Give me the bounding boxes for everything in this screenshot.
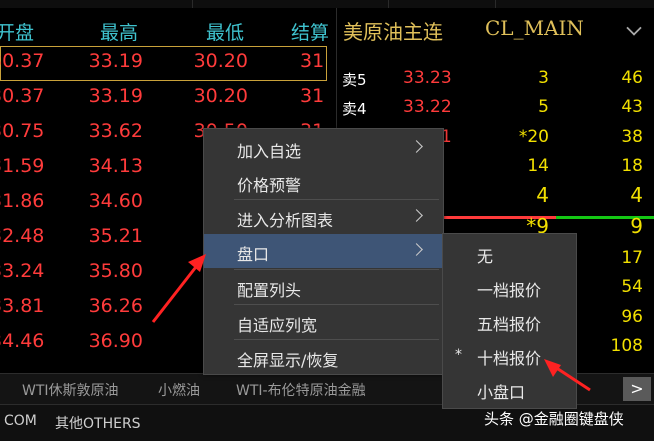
instrument-title: 美原油主连 bbox=[343, 20, 443, 44]
level-volume: 4 bbox=[536, 183, 549, 207]
checked-mark-icon: * bbox=[455, 347, 462, 363]
level-accumulated: 46 bbox=[621, 68, 643, 88]
tab-wti-brent[interactable]: WTI-布伦特原油金融 bbox=[236, 380, 366, 400]
cell-high: 36.26 bbox=[88, 295, 143, 317]
tab-wti-houston[interactable]: WTI休斯敦原油 bbox=[22, 380, 119, 400]
cell-low: 30.20 bbox=[193, 50, 248, 72]
level-accumulated: 54 bbox=[621, 277, 643, 297]
menu-item-configure-columns[interactable]: 配置列头 bbox=[204, 270, 443, 304]
cell-high: 36.90 bbox=[88, 330, 143, 352]
submenu-item-level-1[interactable]: 一档报价 bbox=[443, 270, 576, 304]
submenu-item-none[interactable]: 无 bbox=[443, 236, 576, 270]
menu-item-label: 加入自选 bbox=[237, 142, 302, 161]
submenu-item-level-10[interactable]: * 十档报价 bbox=[443, 338, 576, 372]
menu-item-label: 自适应列宽 bbox=[237, 316, 318, 335]
level-accumulated: 38 bbox=[621, 127, 643, 147]
cell-high: 33.19 bbox=[88, 85, 143, 107]
menu-item-auto-fit-columns[interactable]: 自适应列宽 bbox=[204, 305, 443, 339]
menu-item-order-book[interactable]: 盘口 bbox=[204, 234, 443, 268]
instrument-code: CL_MAIN bbox=[485, 16, 584, 40]
cell-high: 35.21 bbox=[88, 225, 143, 247]
toolbar-divider bbox=[192, 0, 193, 8]
level-accumulated: 43 bbox=[621, 97, 643, 117]
menu-item-label: 价格预警 bbox=[237, 176, 302, 195]
top-toolbar bbox=[0, 0, 654, 8]
cell-high: 34.60 bbox=[88, 190, 143, 212]
cell-open: 32.48 bbox=[0, 225, 45, 247]
tabs-scroll-right-button[interactable]: > bbox=[623, 377, 651, 401]
submenu-item-level-5[interactable]: 五档报价 bbox=[443, 304, 576, 338]
order-book-row: 卖5 33.23 3 46 bbox=[337, 63, 654, 93]
submenu-item-label: 一档报价 bbox=[477, 281, 542, 300]
level-volume: *20 bbox=[518, 127, 549, 147]
table-row[interactable]: 30.37 33.19 30.20 31 bbox=[0, 81, 335, 116]
column-header-open[interactable]: 开盘 bbox=[0, 18, 34, 45]
submenu-item-label: 十档报价 bbox=[477, 349, 542, 368]
chevron-right-icon bbox=[410, 243, 423, 256]
column-header-high[interactable]: 最高 bbox=[100, 18, 138, 45]
order-book-submenu: 无 一档报价 五档报价 * 十档报价 小盘口 bbox=[442, 233, 577, 409]
chevron-down-icon[interactable] bbox=[626, 20, 642, 36]
submenu-item-mini-book[interactable]: 小盘口 bbox=[443, 372, 576, 406]
table-row[interactable]: 30.37 33.19 30.20 31 bbox=[0, 46, 327, 81]
cell-open: 34.46 bbox=[0, 330, 45, 352]
context-menu: 加入自选 价格预警 进入分析图表 盘口 配置列头 自适应列宽 全屏显示/恢复 bbox=[203, 128, 444, 375]
submenu-item-label: 五档报价 bbox=[477, 315, 542, 334]
level-price: 33.23 bbox=[403, 68, 452, 88]
menu-item-price-alert[interactable]: 价格预警 bbox=[204, 165, 443, 199]
cell-open: 33.24 bbox=[0, 260, 45, 282]
level-volume: 14 bbox=[527, 156, 549, 176]
level-accumulated: 17 bbox=[621, 248, 643, 268]
submenu-item-label: 无 bbox=[477, 247, 494, 266]
tab-small-fuel[interactable]: 小燃油 bbox=[158, 380, 200, 400]
menu-item-fullscreen[interactable]: 全屏显示/恢复 bbox=[204, 340, 443, 374]
watermark: 头条 @金融圈键盘侠 bbox=[484, 410, 624, 428]
toolbar-divider bbox=[495, 0, 496, 8]
level-volume: 5 bbox=[538, 97, 549, 117]
cell-high: 33.62 bbox=[88, 120, 143, 142]
column-header-settle[interactable]: 结算 bbox=[291, 18, 329, 45]
toolbar-divider bbox=[388, 0, 389, 8]
level-accumulated: 108 bbox=[610, 336, 643, 356]
chevron-right-icon bbox=[410, 140, 423, 153]
cell-open: 31.59 bbox=[0, 155, 45, 177]
cell-open: 31.86 bbox=[0, 190, 45, 212]
menu-item-add-favorite[interactable]: 加入自选 bbox=[204, 131, 443, 165]
menu-item-label: 全屏显示/恢复 bbox=[237, 351, 339, 370]
level-price: 33.22 bbox=[403, 97, 452, 117]
level-accumulated: 4 bbox=[630, 183, 643, 207]
level-accumulated: 96 bbox=[621, 307, 643, 327]
menu-item-label: 盘口 bbox=[237, 245, 270, 264]
cell-open: 30.37 bbox=[0, 85, 45, 107]
status-exchange[interactable]: COM bbox=[4, 413, 37, 429]
menu-item-label: 进入分析图表 bbox=[237, 211, 334, 230]
cell-low: 30.20 bbox=[193, 85, 248, 107]
cell-open: 30.75 bbox=[0, 120, 45, 142]
cell-open: 30.37 bbox=[0, 50, 45, 72]
column-header-low[interactable]: 最低 bbox=[206, 18, 244, 45]
level-accumulated: 9 bbox=[630, 214, 643, 238]
cell-high: 34.13 bbox=[88, 155, 143, 177]
cell-open: 33.81 bbox=[0, 295, 45, 317]
menu-item-label: 配置列头 bbox=[237, 281, 302, 300]
status-others[interactable]: 其他OTHERS bbox=[55, 413, 141, 433]
chevron-right-icon bbox=[410, 209, 423, 222]
level-volume: 3 bbox=[538, 68, 549, 88]
cell-high: 35.80 bbox=[88, 260, 143, 282]
menu-item-analysis-chart[interactable]: 进入分析图表 bbox=[204, 200, 443, 234]
order-book-row: 卖4 33.22 5 43 bbox=[337, 92, 654, 122]
cell-settle: 31 bbox=[300, 50, 325, 72]
submenu-item-label: 小盘口 bbox=[477, 383, 526, 402]
level-label: 卖4 bbox=[342, 100, 367, 118]
cell-high: 33.19 bbox=[88, 50, 143, 72]
level-label: 卖5 bbox=[342, 71, 367, 89]
cell-settle: 31 bbox=[300, 85, 325, 107]
level-accumulated: 18 bbox=[621, 156, 643, 176]
